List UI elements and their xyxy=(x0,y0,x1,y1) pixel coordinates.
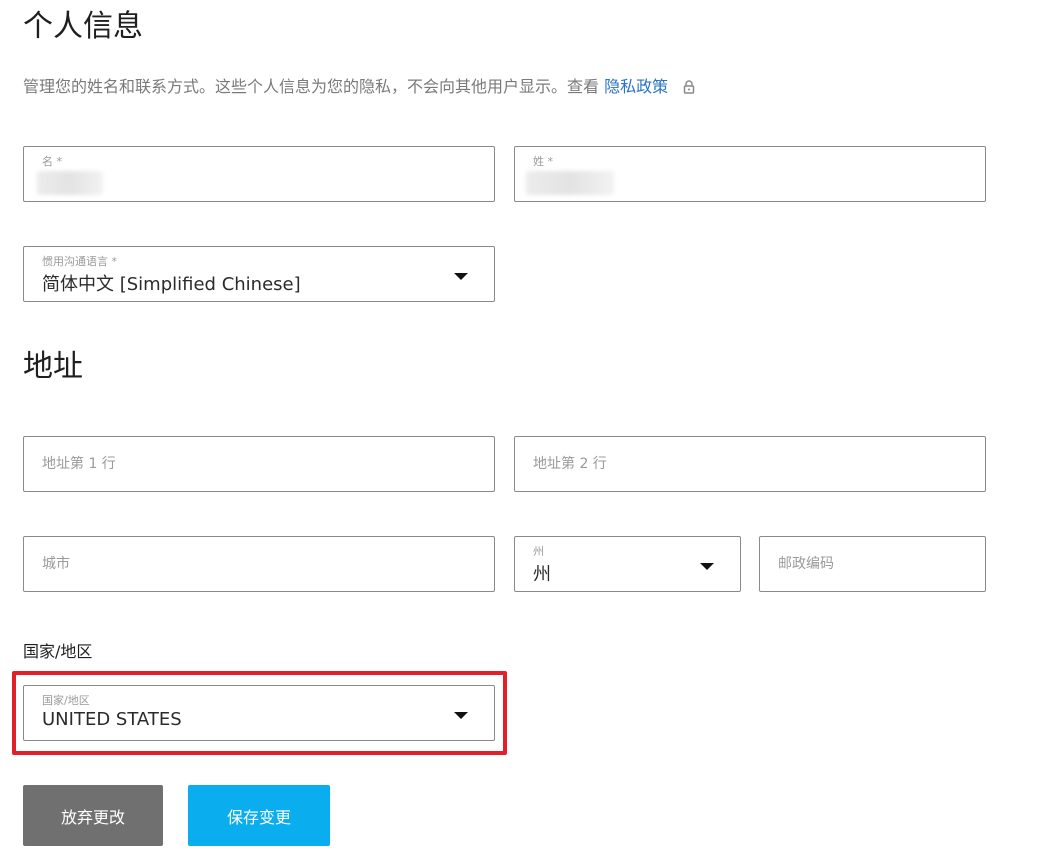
chevron-down-icon xyxy=(454,273,468,280)
redacted-last-name xyxy=(526,171,614,195)
first-name-label: 名 * xyxy=(42,155,62,168)
state-select[interactable]: 州 州 xyxy=(514,536,741,592)
country-label: 国家/地区 xyxy=(42,694,90,707)
zip-code-placeholder: 邮政编码 xyxy=(778,556,834,572)
address-title: 地址 xyxy=(23,349,83,384)
address-line2-field[interactable]: 地址第 2 行 xyxy=(514,436,986,492)
save-changes-button[interactable]: 保存变更 xyxy=(188,785,330,846)
chevron-down-icon xyxy=(700,563,714,570)
zip-code-field[interactable]: 邮政编码 xyxy=(759,536,986,592)
first-name-field[interactable]: 名 * xyxy=(23,146,495,202)
city-field[interactable]: 城市 xyxy=(23,536,495,592)
privacy-policy-link[interactable]: 隐私政策 xyxy=(604,77,668,96)
city-placeholder: 城市 xyxy=(42,556,70,572)
language-value: 简体中文 [Simplified Chinese] xyxy=(42,274,301,295)
personal-info-description: 管理您的姓名和联系方式。这些个人信息为您的隐私，不会向其他用户显示。查看 隐私政… xyxy=(23,73,695,98)
description-text: 管理您的姓名和联系方式。这些个人信息为您的隐私，不会向其他用户显示。查看 xyxy=(23,77,600,96)
country-heading: 国家/地区 xyxy=(23,642,93,661)
language-select[interactable]: 惯用沟通语言 * 简体中文 [Simplified Chinese] xyxy=(23,246,495,302)
lock-icon xyxy=(683,79,695,98)
state-value: 州 xyxy=(533,564,551,585)
chevron-down-icon xyxy=(454,712,468,719)
address-line1-field[interactable]: 地址第 1 行 xyxy=(23,436,495,492)
address-line2-placeholder: 地址第 2 行 xyxy=(533,456,607,472)
discard-changes-button[interactable]: 放弃更改 xyxy=(23,785,163,846)
state-label: 州 xyxy=(533,545,544,558)
last-name-label: 姓 * xyxy=(533,155,553,168)
country-value: UNITED STATES xyxy=(42,709,182,730)
language-label: 惯用沟通语言 * xyxy=(42,255,117,268)
redacted-first-name xyxy=(37,171,103,195)
country-select[interactable]: 国家/地区 UNITED STATES xyxy=(23,685,495,741)
personal-info-title: 个人信息 xyxy=(23,9,143,44)
address-line1-placeholder: 地址第 1 行 xyxy=(42,456,116,472)
last-name-field[interactable]: 姓 * xyxy=(514,146,986,202)
